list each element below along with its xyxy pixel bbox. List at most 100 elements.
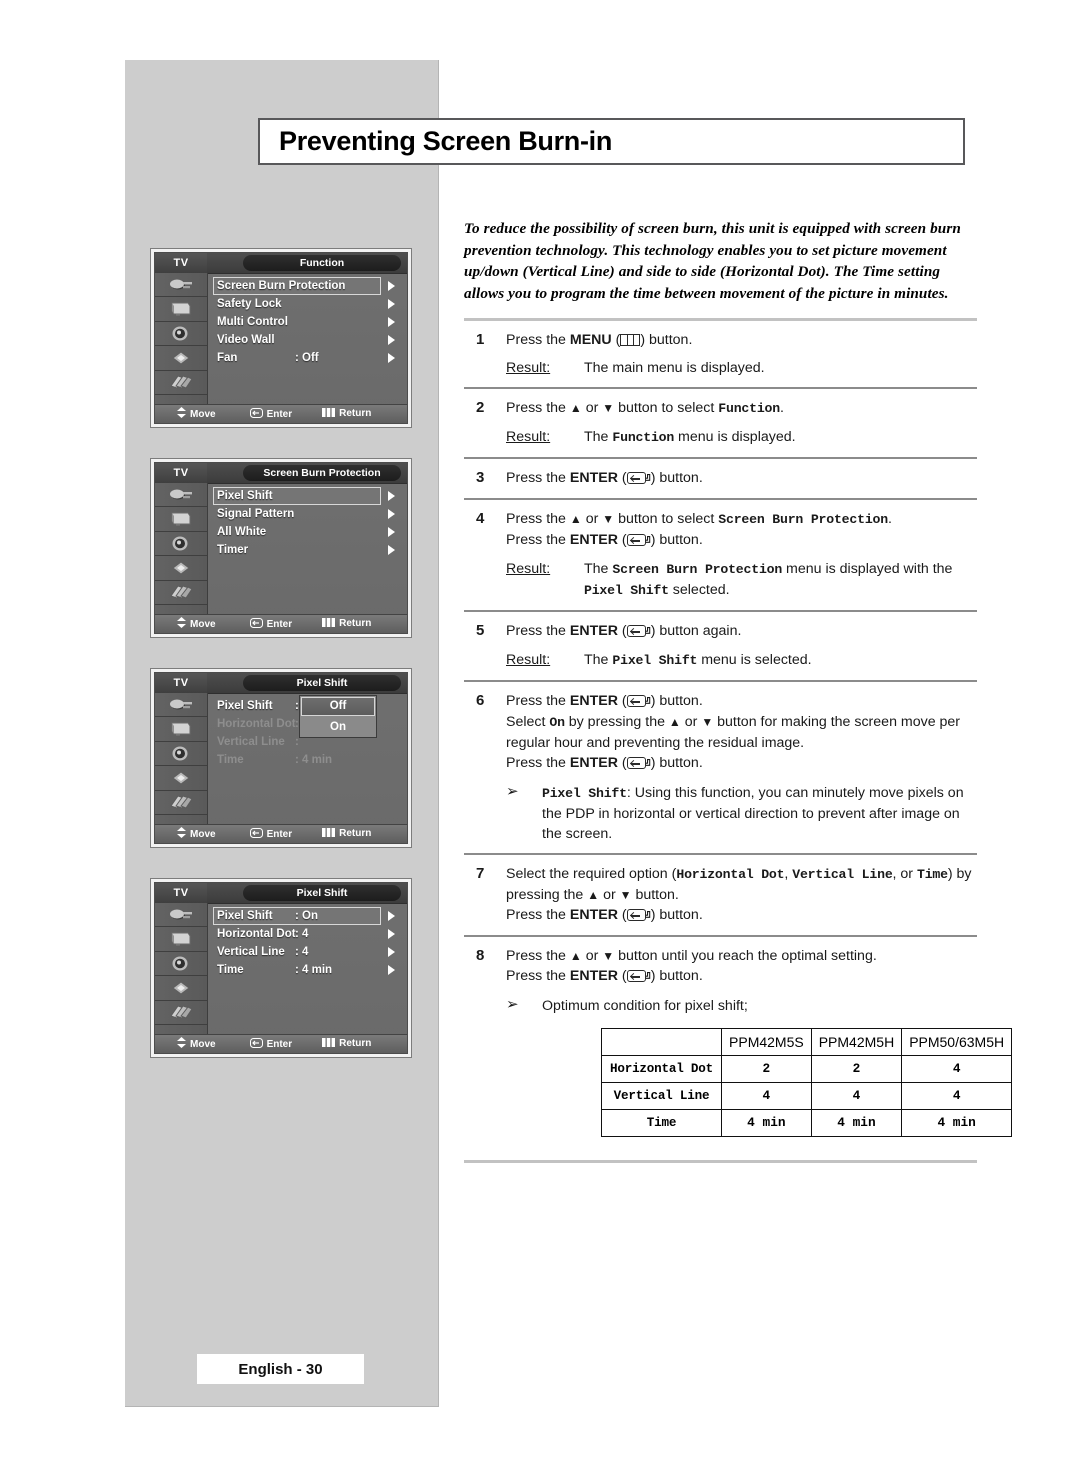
input-plug-icon[interactable] xyxy=(155,693,207,718)
osd-menu-title: Pixel Shift xyxy=(243,675,401,691)
page-title: Preventing Screen Burn-in xyxy=(279,126,613,156)
pixel-shift-option-popup[interactable]: Off On xyxy=(299,695,377,738)
sound-speaker-icon[interactable] xyxy=(155,322,207,347)
note-text: Optimum condition for pixel shift; xyxy=(542,998,748,1014)
osd-row-label: Vertical Line xyxy=(217,736,285,748)
osd-row[interactable]: Vertical Line : 4 xyxy=(207,943,407,961)
function-cards-icon[interactable] xyxy=(155,1001,207,1025)
osd-return-hint: Return xyxy=(322,408,371,420)
step-number: 4 xyxy=(476,510,485,527)
table-row: Vertical Line 4 4 4 xyxy=(600,1082,1013,1110)
osd-enter-hint: Enter xyxy=(249,617,292,631)
col-header-blank xyxy=(600,1028,723,1056)
step-5: 5 Press the ENTER (⏎) button again. Resu… xyxy=(464,612,977,680)
step-text: Press the MENU () button. xyxy=(506,332,693,348)
osd-hint-bar: Move Enter Return xyxy=(155,1034,407,1053)
osd-enter-hint: Enter xyxy=(249,827,292,841)
osd-tv-label: TV xyxy=(155,253,207,273)
step-1: 1 Press the MENU () button. Result: The … xyxy=(464,321,977,387)
picture-tv-icon[interactable] xyxy=(155,927,207,952)
osd-row[interactable]: Timer xyxy=(207,541,407,559)
result-label: Result: xyxy=(506,360,551,376)
picture-tv-icon[interactable] xyxy=(155,507,207,532)
step-number: 3 xyxy=(476,469,485,486)
step-result: Result: The main menu is displayed. xyxy=(506,358,977,378)
osd-row[interactable]: Multi Control xyxy=(207,313,407,331)
enter-key-icon xyxy=(626,625,646,637)
divider xyxy=(464,1160,977,1163)
function-cards-icon[interactable] xyxy=(155,371,207,395)
step-text: Select the required option (Horizontal D… xyxy=(506,866,972,903)
sound-speaker-icon[interactable] xyxy=(155,952,207,977)
option-off[interactable]: Off xyxy=(301,697,375,716)
function-cards-icon[interactable] xyxy=(155,581,207,605)
osd-row[interactable]: Pixel Shift xyxy=(207,487,407,505)
result-text: The main menu is displayed. xyxy=(584,360,765,376)
osd-row-label: All White xyxy=(217,526,267,538)
menu-key-icon xyxy=(620,334,641,346)
input-plug-icon[interactable] xyxy=(155,903,207,928)
row-label-horizontal-dot: Horizontal Dot xyxy=(600,1055,723,1083)
step-text: Press the ▲ or ▼ button to select Screen… xyxy=(506,511,892,527)
osd-row[interactable]: Horizontal Dot : 4 xyxy=(207,925,407,943)
osd-row-value: : 4 min xyxy=(295,754,333,766)
osd-row[interactable]: Safety Lock xyxy=(207,295,407,313)
step-6: 6 Press the ENTER (⏎) button. Select On … xyxy=(464,682,977,853)
step-3: 3 Press the ENTER (⏎) button. xyxy=(464,459,977,498)
osd-row[interactable]: All White xyxy=(207,523,407,541)
step-text: Press the ENTER (⏎) button. xyxy=(506,968,703,984)
osd-row[interactable]: Fan : Off xyxy=(207,349,407,367)
osd-menu-title: Screen Burn Protection xyxy=(243,465,401,481)
enter-key-icon xyxy=(626,909,646,921)
result-label: Result: xyxy=(506,429,551,445)
osd-row[interactable]: Time : 4 min xyxy=(207,961,407,979)
col-header-ppm50-63m5h: PPM50/63M5H xyxy=(901,1028,1013,1056)
picture-tv-icon[interactable] xyxy=(155,717,207,742)
col-header-ppm42m5h: PPM42M5H xyxy=(810,1028,903,1056)
step-number: 7 xyxy=(476,865,485,882)
osd-row-label: Video Wall xyxy=(217,334,275,346)
input-plug-icon[interactable] xyxy=(155,273,207,298)
osd-row-label: Time xyxy=(217,754,244,766)
osd-row-label: Fan xyxy=(217,352,238,364)
osd-hint-bar: Move Enter Return xyxy=(155,614,407,633)
osd-topbar: TV Function xyxy=(155,253,407,274)
function-cards-icon[interactable] xyxy=(155,791,207,815)
osd-row[interactable]: Video Wall xyxy=(207,331,407,349)
result-text: The Function menu is displayed. xyxy=(584,429,796,445)
enter-key-icon xyxy=(626,970,646,982)
osd-pixel-shift-popup-menu: TV Pixel Shift Pixel Shift : Horizontal … xyxy=(150,668,412,848)
input-plug-icon[interactable] xyxy=(155,483,207,508)
osd-row-value: : Off xyxy=(295,352,319,364)
osd-topbar: TV Screen Burn Protection xyxy=(155,463,407,484)
enter-key-icon xyxy=(626,472,646,484)
step-note: ➢ Pixel Shift: Using this function, you … xyxy=(506,783,977,844)
chevron-right-icon xyxy=(388,929,395,939)
enter-key-icon xyxy=(626,757,646,769)
osd-sidebar xyxy=(155,903,208,1035)
enter-key-icon xyxy=(249,617,263,631)
osd-row[interactable]: Pixel Shift : On xyxy=(207,907,407,925)
setup-chip-icon[interactable] xyxy=(155,766,207,791)
osd-menu-title: Function xyxy=(243,255,401,271)
osd-tv-label: TV xyxy=(155,463,207,483)
arrow-bullet-icon: ➢ xyxy=(506,996,519,1013)
setup-chip-icon[interactable] xyxy=(155,346,207,371)
chevron-right-icon xyxy=(388,491,395,501)
picture-tv-icon[interactable] xyxy=(155,297,207,322)
sound-speaker-icon[interactable] xyxy=(155,532,207,557)
result-text: The Pixel Shift menu is selected. xyxy=(584,652,812,668)
chevron-right-icon xyxy=(388,299,395,309)
osd-row[interactable]: Signal Pattern xyxy=(207,505,407,523)
setup-chip-icon[interactable] xyxy=(155,556,207,581)
result-text: The Screen Burn Protection menu is displ… xyxy=(584,561,953,598)
setup-chip-icon[interactable] xyxy=(155,976,207,1001)
osd-row[interactable]: Screen Burn Protection xyxy=(207,277,407,295)
osd-row-label: Time xyxy=(217,964,244,976)
osd-move-hint: Move xyxy=(177,617,216,631)
option-on[interactable]: On xyxy=(300,717,376,737)
osd-move-hint: Move xyxy=(177,1037,216,1051)
sound-speaker-icon[interactable] xyxy=(155,742,207,767)
osd-row[interactable]: Time : 4 min xyxy=(207,751,407,769)
osd-row-label: Screen Burn Protection xyxy=(217,280,346,292)
